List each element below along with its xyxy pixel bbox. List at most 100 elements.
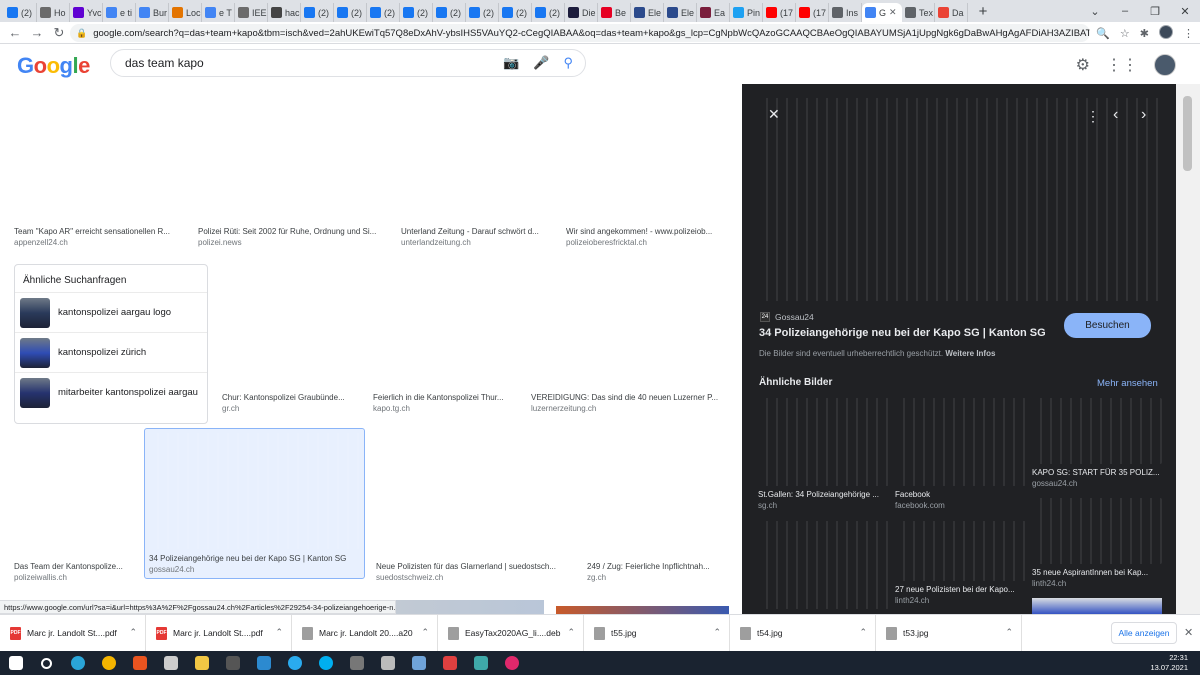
browser-tab[interactable]: Ele — [664, 3, 697, 22]
result-thumbnail[interactable] — [149, 433, 360, 549]
browser-tab[interactable]: Ea — [697, 3, 730, 22]
preview-scrollbar[interactable] — [1176, 84, 1200, 614]
similar-thumbnail[interactable] — [1032, 498, 1162, 564]
result-thumbnail[interactable] — [587, 433, 729, 557]
result-card-selected[interactable]: 34 Polizeiangehörige neu bei der Kapo SG… — [144, 428, 365, 579]
download-item[interactable]: PDF Marc jr. Landolt St....pdf ⌃ — [146, 614, 292, 652]
visit-button[interactable]: Besuchen — [1064, 313, 1151, 338]
result-thumbnail[interactable] — [566, 98, 729, 222]
browser-tab[interactable]: Pin — [730, 3, 763, 22]
more-info-link[interactable]: Weitere Infos — [945, 349, 995, 358]
app2-icon[interactable] — [496, 651, 527, 675]
minimize-icon[interactable]: – — [1110, 5, 1140, 17]
zoom-icon[interactable]: 🔍 — [1096, 27, 1110, 40]
result-card[interactable]: 249 / Zug: Feierliche Inpflichtnah... zg.… — [587, 433, 729, 582]
google-logo[interactable]: Google — [17, 53, 90, 79]
app-icon[interactable] — [217, 651, 248, 675]
browser-tab[interactable]: Yvc — [70, 3, 103, 22]
apps-grid-icon[interactable]: ⋮⋮ — [1106, 55, 1138, 75]
video-icon[interactable] — [465, 651, 496, 675]
calculator-icon[interactable] — [341, 651, 372, 675]
chevron-up-icon[interactable]: ⌃ — [421, 627, 429, 638]
result-thumbnail[interactable] — [198, 98, 388, 222]
more-menu-icon[interactable]: ⋮ — [1086, 108, 1100, 125]
result-caption[interactable]: VEREIDIGUNG: Das sind die 40 neuen Luzer… — [531, 393, 729, 402]
tab-search-icon[interactable]: ⌄ — [1080, 5, 1110, 18]
profile-avatar[interactable] — [1159, 25, 1173, 42]
result-caption[interactable]: Feierlich in die Kantonspolizei Thur... — [373, 393, 517, 402]
result-thumbnail[interactable] — [14, 98, 184, 222]
chrome-icon[interactable] — [93, 651, 124, 675]
forward-button[interactable]: → — [26, 25, 48, 40]
browser-tab[interactable]: (17 — [796, 3, 829, 22]
url-field[interactable]: 🔒 google.com/search?q=das+team+kapo&tbm=… — [70, 24, 1090, 42]
music-icon[interactable] — [434, 651, 465, 675]
extensions-icon[interactable]: ✱ — [1140, 27, 1149, 40]
tab-active[interactable]: G ✕ — [862, 3, 902, 22]
account-avatar[interactable] — [1154, 54, 1176, 76]
similar-thumbnail[interactable] — [895, 398, 1026, 486]
similar-image[interactable]: KAPO SG: START FÜR 35 POLIZ... gossau24.c… — [1032, 398, 1162, 488]
browser-tab[interactable]: (2) — [367, 3, 400, 22]
maximize-icon[interactable]: ❐ — [1140, 5, 1170, 18]
similar-title[interactable]: St.Gallen: 34 Polizeiangehörige ... — [758, 490, 889, 499]
related-search-item[interactable]: kantonspolizei aargau logo — [15, 292, 207, 332]
similar-title[interactable]: 27 neue Polizisten bei der Kapo... — [895, 585, 1026, 594]
ubuntu-icon[interactable] — [124, 651, 155, 675]
related-search-item[interactable]: kantonspolizei zürich — [15, 332, 207, 372]
browser-tab[interactable]: (2) — [433, 3, 466, 22]
similar-title[interactable]: Facebook — [895, 490, 1026, 499]
browser-tab[interactable]: Ho — [37, 3, 70, 22]
similar-image[interactable] — [758, 521, 889, 609]
close-downloads-icon[interactable]: ✕ — [1184, 626, 1193, 639]
windows-start-icon[interactable] — [0, 651, 31, 675]
see-more-link[interactable]: Mehr ansehen — [1097, 378, 1158, 389]
search-icon[interactable] — [31, 651, 62, 675]
previous-icon[interactable]: ‹ — [1113, 106, 1118, 124]
terminal-icon[interactable] — [155, 651, 186, 675]
browser-tab[interactable]: (17 — [763, 3, 796, 22]
browser-tab[interactable]: (2) — [301, 3, 334, 22]
browser-tab[interactable]: Bur — [136, 3, 169, 22]
result-card[interactable]: Unterland Zeitung - Darauf schwört d... u… — [401, 98, 552, 247]
browser-tab[interactable]: Die — [565, 3, 598, 22]
back-button[interactable]: ← — [4, 25, 26, 40]
preview-site[interactable]: 24 Gossau24 — [760, 312, 814, 322]
browser-tab[interactable]: Loc — [169, 3, 202, 22]
chevron-up-icon[interactable]: ⌃ — [713, 627, 721, 638]
similar-thumbnail[interactable] — [758, 521, 889, 609]
similar-image[interactable]: St.Gallen: 34 Polizeiangehörige ... sg.ch — [758, 398, 889, 510]
explorer-icon[interactable] — [186, 651, 217, 675]
result-thumbnail[interactable] — [401, 98, 552, 222]
result-card[interactable]: Chur: Kantonspolizei Graubünde... gr.ch — [222, 264, 359, 413]
result-card[interactable]: Wir sind angekommen! - www.polizeiob... p… — [566, 98, 729, 247]
similar-title[interactable]: KAPO SG: START FÜR 35 POLIZ... — [1032, 468, 1162, 477]
browser-tab[interactable]: (2) — [532, 3, 565, 22]
similar-image[interactable]: 35 neue AspirantInnen bei Kap... linth24.… — [1032, 498, 1162, 588]
browser-tab[interactable]: hac — [268, 3, 301, 22]
microphone-icon[interactable]: 🎤 — [533, 55, 549, 71]
close-icon[interactable]: ✕ — [768, 106, 780, 123]
browser-tab[interactable]: (2) — [400, 3, 433, 22]
telegram-icon[interactable] — [279, 651, 310, 675]
result-caption[interactable]: Neue Polizisten für das Glarnerland | su… — [376, 562, 574, 571]
result-caption[interactable]: 249 / Zug: Feierliche Inpflichtnah... — [587, 562, 729, 571]
browser-tab[interactable]: IEE — [235, 3, 268, 22]
chevron-up-icon[interactable]: ⌃ — [859, 627, 867, 638]
star-icon[interactable]: ☆ — [1120, 27, 1130, 40]
result-card[interactable]: Das Team der Kantonspolize... polizeiwall… — [14, 433, 135, 582]
notepad-icon[interactable] — [403, 651, 434, 675]
settings-icon[interactable]: ⚙ — [1076, 55, 1090, 75]
reload-button[interactable]: ↻ — [48, 25, 70, 41]
similar-image[interactable]: Facebook facebook.com — [895, 398, 1026, 510]
camera-icon[interactable]: 📷 — [503, 55, 519, 71]
result-thumbnail[interactable] — [373, 264, 517, 388]
show-all-downloads-button[interactable]: Alle anzeigen — [1111, 622, 1177, 644]
similar-thumbnail[interactable] — [1032, 398, 1162, 464]
result-caption[interactable]: Das Team der Kantonspolize... — [14, 562, 135, 571]
download-item[interactable]: t53.jpg ⌃ — [876, 614, 1022, 652]
browser-tab[interactable]: (2) — [4, 3, 37, 22]
next-icon[interactable]: › — [1141, 106, 1146, 124]
result-caption[interactable]: Team "Kapo AR" erreicht sensationellen R… — [14, 227, 184, 236]
result-thumbnail[interactable] — [14, 433, 135, 557]
